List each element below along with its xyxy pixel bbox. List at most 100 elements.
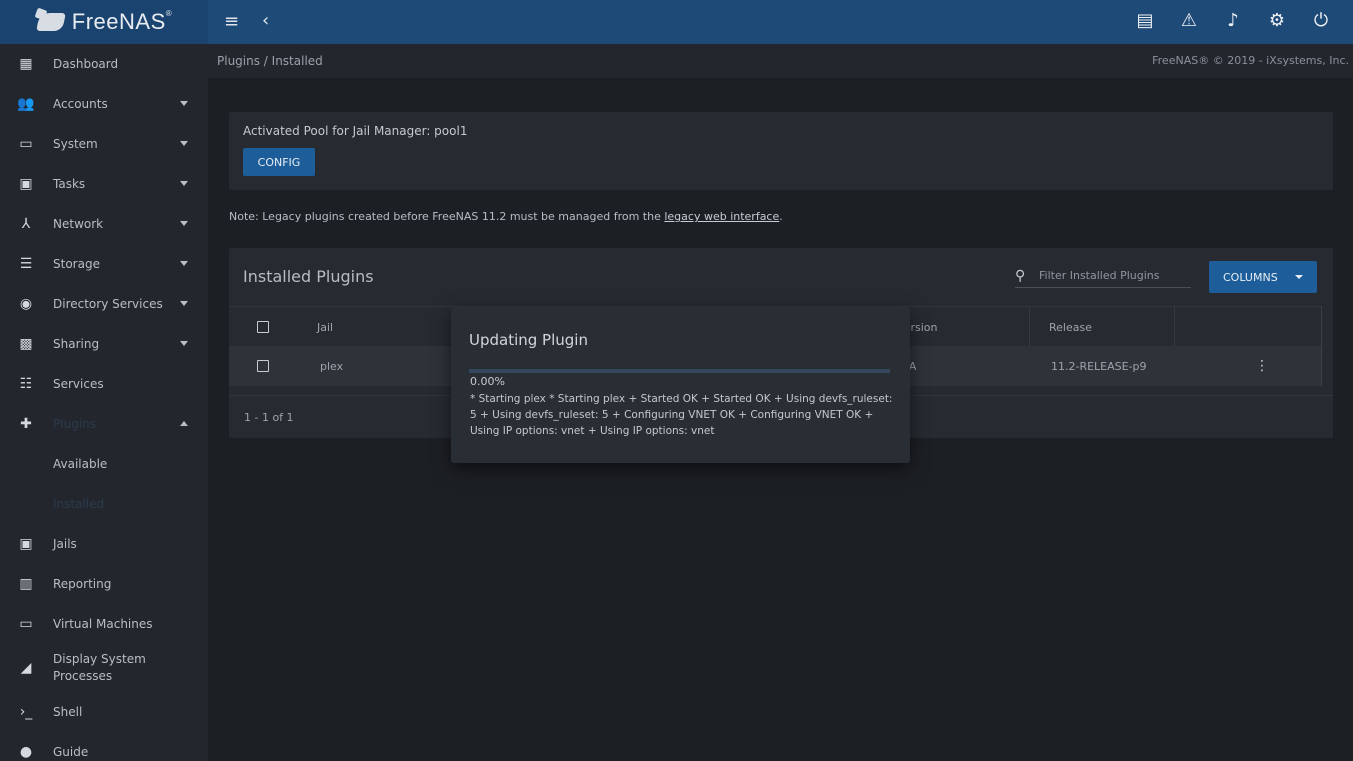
chevron-left-icon[interactable]: ‹ bbox=[262, 10, 269, 31]
table-edge bbox=[1321, 306, 1322, 386]
pool-text: Activated Pool for Jail Manager: pool1 bbox=[243, 124, 468, 138]
breadcrumb-bar: Plugins / Installed FreeNAS® © 2019 - iX… bbox=[208, 44, 1353, 78]
sidebar-item-label: Shell bbox=[53, 705, 83, 719]
sidebar-item-dashboard[interactable]: ▦ Dashboard bbox=[0, 44, 208, 84]
chevron-down-icon bbox=[180, 341, 188, 346]
sidebar-item-network[interactable]: ⅄ Network bbox=[0, 204, 208, 244]
sidebar-item-label: Dashboard bbox=[53, 57, 119, 71]
sidebar-item-accounts[interactable]: 👥 Accounts bbox=[0, 84, 208, 124]
plugins-title: Installed Plugins bbox=[243, 267, 374, 286]
sidebar-subitem-installed[interactable]: Installed bbox=[0, 484, 208, 524]
power-icon[interactable]: ⏻ bbox=[1311, 10, 1331, 32]
pagination-range: 1 - 1 of 1 bbox=[244, 411, 294, 424]
config-button[interactable]: CONFIG bbox=[243, 148, 315, 176]
column-divider bbox=[1029, 307, 1030, 347]
cell-release: 11.2-RELEASE-p9 bbox=[1051, 359, 1147, 373]
sidebar-item-label: Display System Processes bbox=[53, 652, 146, 683]
column-divider bbox=[1174, 307, 1175, 347]
sidebar-item-reporting[interactable]: ▥ Reporting bbox=[0, 564, 208, 604]
column-header-release[interactable]: Release bbox=[1049, 307, 1092, 347]
reporting-icon: ▥ bbox=[19, 576, 33, 592]
chevron-down-icon bbox=[180, 141, 188, 146]
gear-icon[interactable]: ⚙ bbox=[1267, 10, 1287, 32]
progress-percent: 0.00% bbox=[470, 375, 505, 388]
sidebar-item-label: Accounts bbox=[53, 97, 108, 111]
chevron-down-icon bbox=[180, 221, 188, 226]
info-icon: ● bbox=[19, 744, 33, 760]
directory-icon[interactable]: ⚠ bbox=[1179, 10, 1199, 32]
top-bar: FreeNAS® ≡ ‹ ▤ ⚠ ♪ ⚙ ⏻ bbox=[0, 0, 1353, 44]
updating-plugin-dialog: Updating Plugin 0.00% * Starting plex * … bbox=[451, 307, 910, 463]
calendar-icon: ▣ bbox=[19, 176, 33, 192]
jail-icon: ▣ bbox=[19, 536, 33, 552]
filter-placeholder: Filter Installed Plugins bbox=[1039, 269, 1160, 282]
sidebar-item-jails[interactable]: ▣ Jails bbox=[0, 524, 208, 564]
sidebar-item-label: Directory Services bbox=[53, 297, 163, 311]
cell-jail: plex bbox=[320, 359, 344, 373]
top-actions: ▤ ⚠ ♪ ⚙ ⏻ bbox=[1135, 10, 1331, 32]
sidebar-item-label: Guide bbox=[53, 745, 89, 759]
sidebar-subitem-available[interactable]: Available bbox=[0, 444, 208, 484]
chevron-down-icon bbox=[180, 261, 188, 266]
column-header-jail[interactable]: Jail bbox=[317, 307, 333, 347]
sidebar-item-system[interactable]: ▭ System bbox=[0, 124, 208, 164]
hamburger-icon[interactable]: ≡ bbox=[224, 11, 239, 32]
note-suffix: . bbox=[779, 210, 783, 223]
network-icon: ⅄ bbox=[21, 216, 31, 232]
brand-name: FreeNAS bbox=[71, 9, 166, 34]
sidebar-item-shell[interactable]: ›_ Shell bbox=[0, 692, 208, 732]
sidebar-item-label: Reporting bbox=[53, 577, 112, 591]
directory-icon: ◉ bbox=[19, 296, 33, 312]
brand-mark: ® bbox=[165, 9, 173, 18]
sidebar-item-sharing[interactable]: ▩ Sharing bbox=[0, 324, 208, 364]
breadcrumb: Plugins / Installed bbox=[217, 54, 323, 68]
sidebar-item-virtual-machines[interactable]: ▭ Virtual Machines bbox=[0, 604, 208, 644]
columns-label: COLUMNS bbox=[1223, 270, 1278, 284]
dialog-title: Updating Plugin bbox=[469, 331, 588, 349]
chevron-down-icon bbox=[180, 181, 188, 186]
progress-bar bbox=[469, 369, 890, 373]
sidebar-item-directory-services[interactable]: ◉ Directory Services bbox=[0, 284, 208, 324]
sidebar-item-services[interactable]: ☷ Services bbox=[0, 364, 208, 404]
sidebar-item-label: Storage bbox=[53, 257, 100, 271]
row-actions-icon[interactable]: ⋮ bbox=[1255, 346, 1269, 386]
sidebar-item-label: Jails bbox=[53, 537, 77, 551]
dialog-log: * Starting plex * Starting plex + Starte… bbox=[470, 393, 893, 437]
sharing-icon: ▩ bbox=[19, 336, 33, 352]
chevron-down-icon bbox=[180, 301, 188, 306]
copyright: FreeNAS® © 2019 - iXsystems, Inc. bbox=[1152, 54, 1349, 67]
storage-icon: ☰ bbox=[19, 256, 33, 272]
chevron-up-icon bbox=[180, 421, 188, 426]
sidebar-item-label: Plugins bbox=[53, 417, 96, 431]
sidebar: ▦ Dashboard 👥 Accounts ▭ System ▣ Tasks … bbox=[0, 44, 208, 761]
dashboard-icon: ▦ bbox=[19, 56, 33, 72]
sidebar-item-storage[interactable]: ☰ Storage bbox=[0, 244, 208, 284]
sidebar-item-label: Sharing bbox=[53, 337, 100, 351]
sidebar-item-display-system-processes[interactable]: ◢ Display System Processes bbox=[0, 644, 208, 692]
puzzle-icon: ✚ bbox=[20, 416, 32, 432]
services-icon: ☷ bbox=[19, 376, 33, 392]
sidebar-item-label: Services bbox=[53, 377, 104, 391]
processes-icon: ◢ bbox=[20, 660, 32, 676]
legacy-note: Note: Legacy plugins created before Free… bbox=[229, 210, 783, 223]
sidebar-item-guide[interactable]: ● Guide bbox=[0, 732, 208, 761]
accounts-icon: 👥 bbox=[17, 96, 35, 112]
caret-down-icon bbox=[1295, 275, 1303, 279]
clipboard-icon[interactable]: ▤ bbox=[1135, 10, 1155, 32]
sidebar-item-label: Tasks bbox=[53, 177, 86, 191]
legacy-web-interface-link[interactable]: legacy web interface bbox=[664, 210, 779, 223]
jail-pool-card: Activated Pool for Jail Manager: pool1 C… bbox=[229, 112, 1333, 190]
sidebar-item-plugins[interactable]: ✚ Plugins bbox=[0, 404, 208, 444]
shell-icon: ›_ bbox=[19, 704, 33, 720]
sidebar-item-tasks[interactable]: ▣ Tasks bbox=[0, 164, 208, 204]
note-text: Note: Legacy plugins created before Free… bbox=[229, 210, 665, 223]
select-all-checkbox[interactable] bbox=[257, 321, 269, 333]
system-icon: ▭ bbox=[19, 136, 33, 152]
laptop-icon: ▭ bbox=[19, 616, 33, 632]
bell-icon[interactable]: ♪ bbox=[1223, 10, 1243, 32]
filter-input[interactable]: ⚲ Filter Installed Plugins bbox=[1015, 264, 1191, 288]
freenas-logo-icon bbox=[36, 9, 66, 35]
columns-button[interactable]: COLUMNS bbox=[1209, 261, 1317, 293]
brand-logo[interactable]: FreeNAS® bbox=[0, 0, 208, 44]
row-checkbox[interactable] bbox=[257, 360, 269, 372]
